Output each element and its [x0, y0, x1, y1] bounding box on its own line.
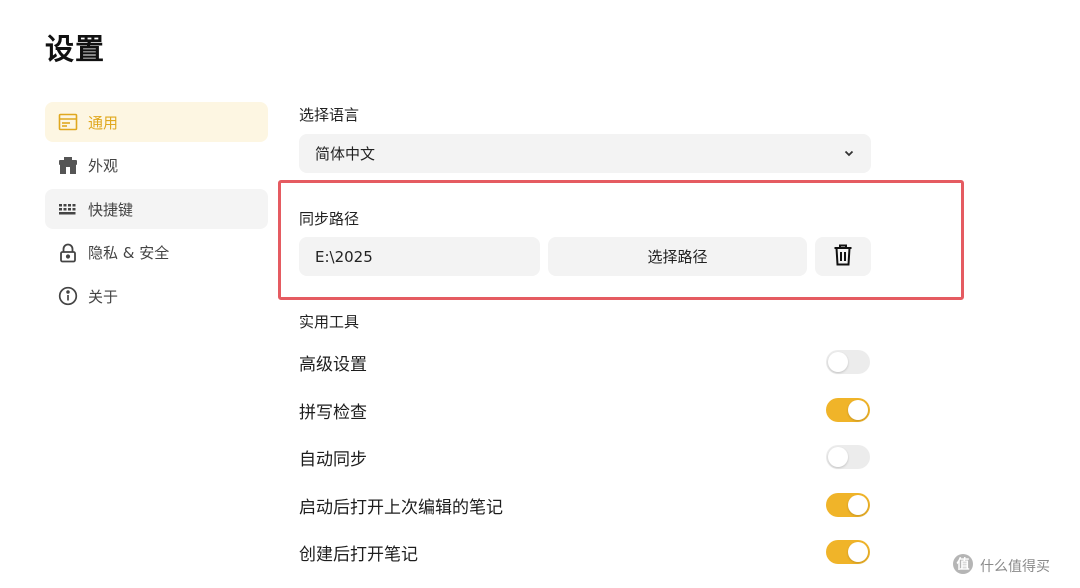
tool-label: 拼写检查 — [299, 402, 367, 423]
sidebar-item-general[interactable]: 通用 — [45, 102, 268, 142]
page-title: 设置 — [45, 32, 106, 66]
shop-icon — [58, 156, 78, 176]
sidebar-item-appearance[interactable]: 外观 — [45, 146, 268, 186]
sidebar-item-label: 关于 — [88, 287, 119, 306]
lock-icon — [58, 243, 78, 263]
watermark: 值 什么值得买 — [952, 553, 1050, 579]
advanced-settings-toggle[interactable] — [826, 350, 870, 374]
spell-check-toggle[interactable] — [826, 398, 870, 422]
svg-text:值: 值 — [956, 557, 969, 573]
sidebar-item-label: 外观 — [88, 157, 119, 175]
tool-row-spell-check: 拼写检查 — [299, 395, 871, 425]
tool-label: 高级设置 — [299, 354, 367, 375]
tool-row-open-last-note: 启动后打开上次编辑的笔记 — [299, 490, 871, 520]
language-select[interactable]: 简体中文 — [299, 134, 871, 173]
tool-row-open-after-create: 创建后打开笔记 — [299, 537, 871, 567]
toggle-knob — [848, 542, 868, 562]
language-label: 选择语言 — [299, 106, 360, 124]
sync-path-highlight-box — [278, 180, 964, 300]
auto-sync-toggle[interactable] — [826, 445, 870, 469]
tool-row-auto-sync: 自动同步 — [299, 442, 871, 472]
sidebar-item-about[interactable]: 关于 — [45, 276, 268, 316]
tool-label: 自动同步 — [299, 449, 367, 470]
tool-label: 创建后打开笔记 — [299, 544, 418, 565]
toggle-knob — [848, 400, 868, 420]
tool-row-advanced-settings: 高级设置 — [299, 347, 871, 377]
sidebar: 通用 外观 快捷键 隐私 & 安全 关于 — [45, 102, 268, 320]
toggle-knob — [848, 495, 868, 515]
settings-page: 设置 通用 外观 快捷键 隐私 & 安全 关于 选择语言 简体中文 同步路径 E… — [0, 0, 1080, 588]
watermark-text: 什么值得买 — [980, 559, 1050, 575]
chevron-down-icon — [843, 145, 855, 163]
toggle-knob — [828, 447, 848, 467]
toggle-knob — [828, 352, 848, 372]
keyboard-icon — [58, 199, 78, 219]
sidebar-item-privacy[interactable]: 隐私 & 安全 — [45, 233, 268, 273]
info-icon — [58, 286, 78, 306]
open-last-note-toggle[interactable] — [826, 493, 870, 517]
sidebar-item-label: 通用 — [88, 113, 119, 132]
open-after-create-toggle[interactable] — [826, 540, 870, 564]
window-icon — [58, 112, 78, 132]
tools-label: 实用工具 — [299, 313, 360, 331]
language-selected-value: 简体中文 — [315, 145, 376, 163]
smzdm-logo-icon: 值 — [952, 553, 980, 579]
sidebar-item-shortcuts[interactable]: 快捷键 — [45, 189, 268, 229]
sidebar-item-label: 隐私 & 安全 — [88, 244, 170, 262]
tool-label: 启动后打开上次编辑的笔记 — [299, 497, 503, 518]
sidebar-item-label: 快捷键 — [88, 200, 134, 219]
